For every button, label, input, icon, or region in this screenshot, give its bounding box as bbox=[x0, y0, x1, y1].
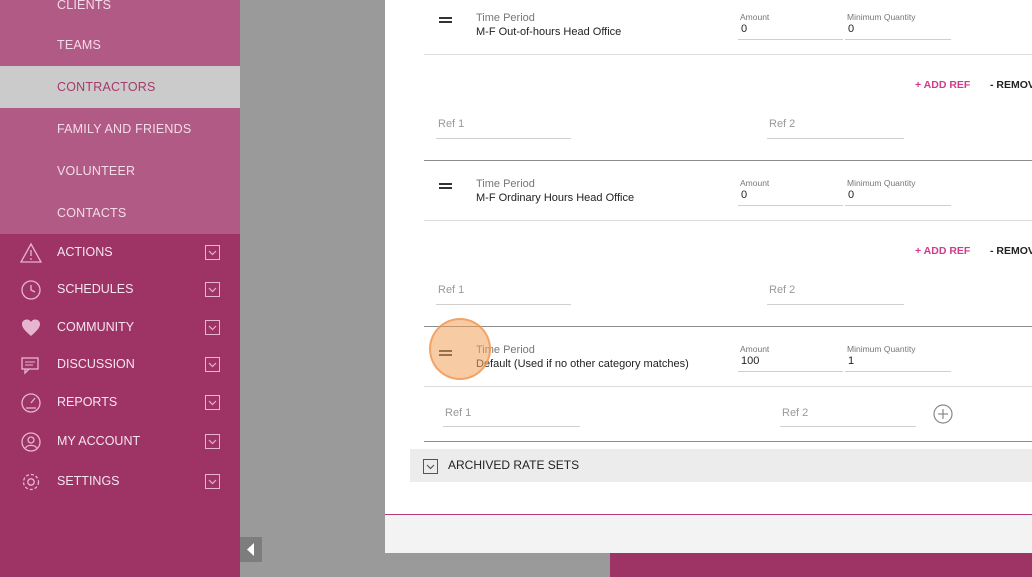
amount-label: Amount bbox=[740, 344, 770, 354]
amount-input[interactable]: 0 bbox=[741, 189, 747, 201]
chevron-down-icon[interactable] bbox=[205, 282, 220, 297]
minimum-quantity-input[interactable]: 1 bbox=[848, 355, 854, 367]
submenu-item-contacts[interactable]: Contacts bbox=[0, 192, 240, 234]
ref-1-input[interactable]: Ref 1 bbox=[438, 284, 464, 296]
ref-2-input[interactable]: Ref 2 bbox=[769, 118, 795, 130]
sidebar-item-my-account[interactable]: My Account bbox=[0, 422, 240, 460]
ref-1-input[interactable]: Ref 1 bbox=[445, 407, 471, 419]
submenu-item-family-and-friends[interactable]: Family and Friends bbox=[0, 108, 240, 150]
drag-handle-icon[interactable] bbox=[439, 349, 452, 357]
amount-underline bbox=[738, 39, 843, 40]
people-submenu: Clients Teams Contractors Family and Fri… bbox=[0, 0, 240, 234]
drag-handle-icon[interactable] bbox=[439, 182, 452, 190]
row-divider bbox=[424, 386, 1032, 387]
chevron-down-icon[interactable] bbox=[205, 434, 220, 449]
chevron-down-icon[interactable] bbox=[205, 474, 220, 489]
amount-underline bbox=[738, 371, 843, 372]
ref-1-underline bbox=[436, 304, 571, 305]
chevron-down-icon bbox=[423, 459, 438, 474]
minimum-quantity-underline bbox=[845, 205, 951, 206]
row-divider bbox=[424, 54, 1032, 55]
chevron-down-icon[interactable] bbox=[205, 395, 220, 410]
chat-icon bbox=[21, 357, 39, 375]
amount-input[interactable]: 0 bbox=[741, 23, 747, 35]
rate-row-divider bbox=[424, 441, 1032, 442]
rate-set-modal: Time Period M-F Out-of-hours Head Office… bbox=[385, 0, 1032, 553]
minimum-quantity-label: Minimum Quantity bbox=[847, 344, 916, 354]
user-icon bbox=[21, 432, 41, 452]
amount-input[interactable]: 100 bbox=[741, 355, 759, 367]
sidebar-item-label: Reports bbox=[57, 395, 118, 409]
drag-handle-icon[interactable] bbox=[439, 16, 452, 24]
chevron-down-icon[interactable] bbox=[205, 357, 220, 372]
sidebar-item-label: Community bbox=[57, 320, 135, 334]
sidebar-item-actions[interactable]: Actions bbox=[0, 233, 240, 271]
rate-row-divider bbox=[424, 326, 1032, 327]
amount-label: Amount bbox=[740, 178, 770, 188]
add-ref-plus-icon[interactable] bbox=[933, 404, 953, 424]
time-period-label: Time Period bbox=[476, 12, 535, 24]
add-ref-button[interactable]: + ADD REF bbox=[915, 79, 970, 91]
chevron-down-icon[interactable] bbox=[205, 245, 220, 260]
background-panel bbox=[610, 553, 1032, 577]
sidebar-item-label: My Account bbox=[57, 434, 141, 448]
add-ref-button[interactable]: + ADD REF bbox=[915, 245, 970, 257]
minimum-quantity-label: Minimum Quantity bbox=[847, 12, 916, 22]
ref-2-input[interactable]: Ref 2 bbox=[769, 284, 795, 296]
sidebar-item-reports[interactable]: Reports bbox=[0, 383, 240, 421]
ref-2-underline bbox=[767, 138, 904, 139]
archived-rate-sets-toggle[interactable]: Archived Rate Sets bbox=[410, 449, 1032, 482]
remove-ref-button[interactable]: - REMOVE REF bbox=[990, 79, 1032, 91]
heart-icon bbox=[22, 319, 40, 336]
submenu-item-contractors[interactable]: Contractors bbox=[0, 66, 240, 108]
sidebar-item-label: Discussion bbox=[57, 357, 135, 371]
minimum-quantity-underline bbox=[845, 39, 951, 40]
sidebar-item-settings[interactable]: Settings bbox=[0, 462, 240, 500]
time-period-label: Time Period bbox=[476, 344, 535, 356]
gear-icon bbox=[22, 473, 40, 491]
ref-1-input[interactable]: Ref 1 bbox=[438, 118, 464, 130]
sidebar-collapse-button[interactable] bbox=[240, 537, 262, 562]
time-period-value: M-F Ordinary Hours Head Office bbox=[476, 192, 635, 204]
ref-1-underline bbox=[443, 426, 580, 427]
submenu-item-volunteer[interactable]: Volunteer bbox=[0, 150, 240, 192]
chevron-left-icon bbox=[247, 543, 254, 556]
submenu-item-clients[interactable]: Clients bbox=[0, 0, 240, 26]
minimum-quantity-underline bbox=[845, 371, 951, 372]
time-period-label: Time Period bbox=[476, 178, 535, 190]
submenu-item-teams[interactable]: Teams bbox=[0, 24, 240, 66]
remove-ref-button[interactable]: - REMOVE REF bbox=[990, 245, 1032, 257]
sidebar-item-label: Settings bbox=[57, 474, 120, 488]
ref-2-underline bbox=[780, 426, 916, 427]
row-divider bbox=[424, 220, 1032, 221]
minimum-quantity-input[interactable]: 0 bbox=[848, 23, 854, 35]
minimum-quantity-input[interactable]: 0 bbox=[848, 189, 854, 201]
amount-underline bbox=[738, 205, 843, 206]
time-period-value: M-F Out-of-hours Head Office bbox=[476, 26, 622, 38]
archived-rate-sets-label: Archived Rate Sets bbox=[448, 458, 580, 472]
sidebar-item-label: Schedules bbox=[57, 282, 134, 296]
warning-icon bbox=[20, 242, 42, 263]
ref-1-underline bbox=[436, 138, 571, 139]
modal-footer bbox=[385, 514, 1032, 553]
ref-2-input[interactable]: Ref 2 bbox=[782, 407, 808, 419]
sidebar-item-discussion[interactable]: Discussion bbox=[0, 345, 240, 383]
sidebar-item-label: Actions bbox=[57, 245, 113, 259]
sidebar-item-community[interactable]: Community bbox=[0, 308, 240, 346]
minimum-quantity-label: Minimum Quantity bbox=[847, 178, 916, 188]
chevron-down-icon[interactable] bbox=[205, 320, 220, 335]
clock-icon bbox=[21, 280, 41, 300]
ref-2-underline bbox=[767, 304, 904, 305]
time-period-value: Default (Used if no other category match… bbox=[476, 358, 689, 370]
amount-label: Amount bbox=[740, 12, 770, 22]
sidebar: Clients Teams Contractors Family and Fri… bbox=[0, 0, 240, 577]
gauge-icon bbox=[21, 393, 41, 413]
rate-row-divider bbox=[424, 160, 1032, 161]
sidebar-item-schedules[interactable]: Schedules bbox=[0, 270, 240, 308]
